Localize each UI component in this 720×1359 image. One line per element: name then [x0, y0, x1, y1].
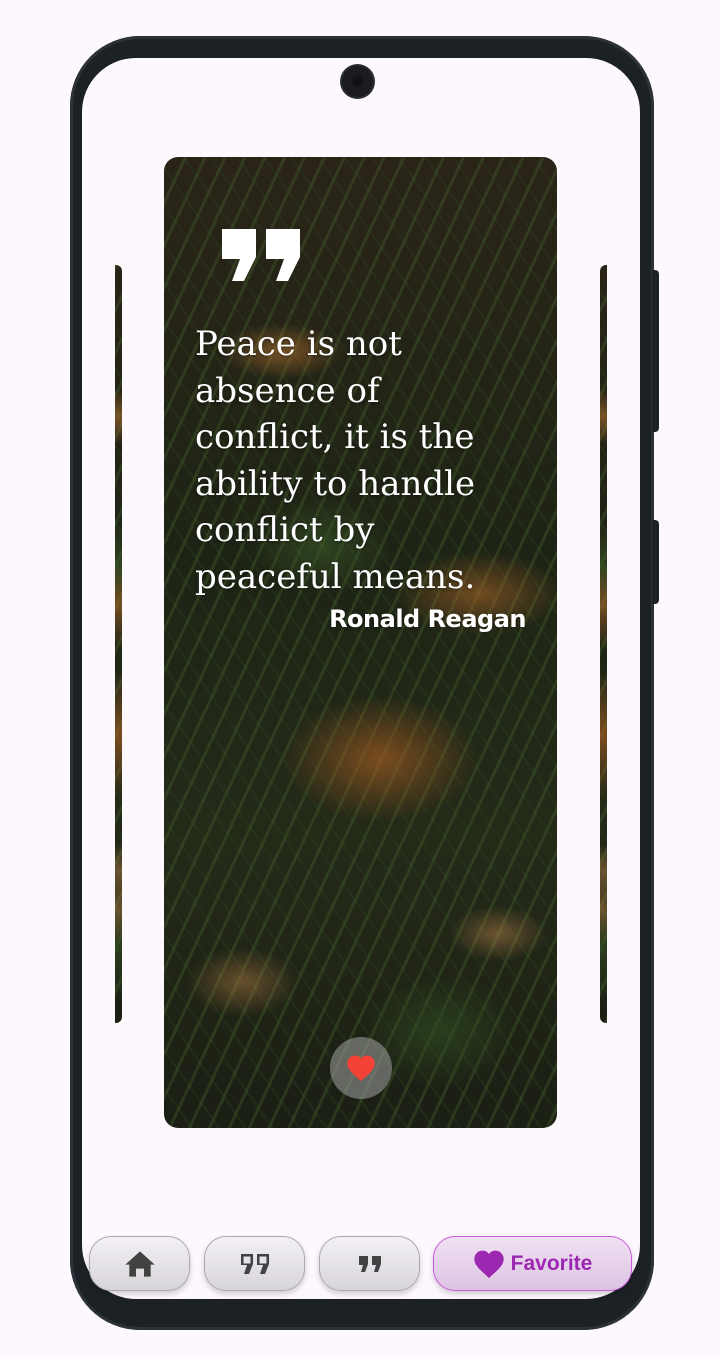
nav-home-button[interactable]	[89, 1236, 190, 1291]
double-quote-icon	[240, 1253, 269, 1274]
heart-icon	[473, 1250, 504, 1278]
quote-icon	[358, 1255, 381, 1272]
nav-quotes-button[interactable]	[204, 1236, 305, 1291]
quote-card[interactable]: Peace is not absence of conflict, it is …	[164, 157, 557, 1128]
nav-favorite-label: Favorite	[510, 1251, 593, 1275]
heart-icon	[347, 1055, 375, 1082]
nav-favorite-button[interactable]: Favorite	[433, 1236, 632, 1291]
front-camera	[342, 66, 373, 97]
quote-text: Peace is not absence of conflict, it is …	[195, 324, 476, 597]
home-icon	[124, 1250, 155, 1277]
nav-quote-button[interactable]	[319, 1236, 420, 1291]
previous-quote-card[interactable]	[115, 265, 122, 1023]
quote-mark-icon	[222, 229, 300, 281]
next-quote-card[interactable]	[600, 265, 607, 1023]
like-button[interactable]	[330, 1037, 392, 1099]
volume-button	[652, 270, 659, 432]
power-button	[652, 520, 659, 604]
quote-author: Ronald Reagan	[329, 605, 526, 633]
